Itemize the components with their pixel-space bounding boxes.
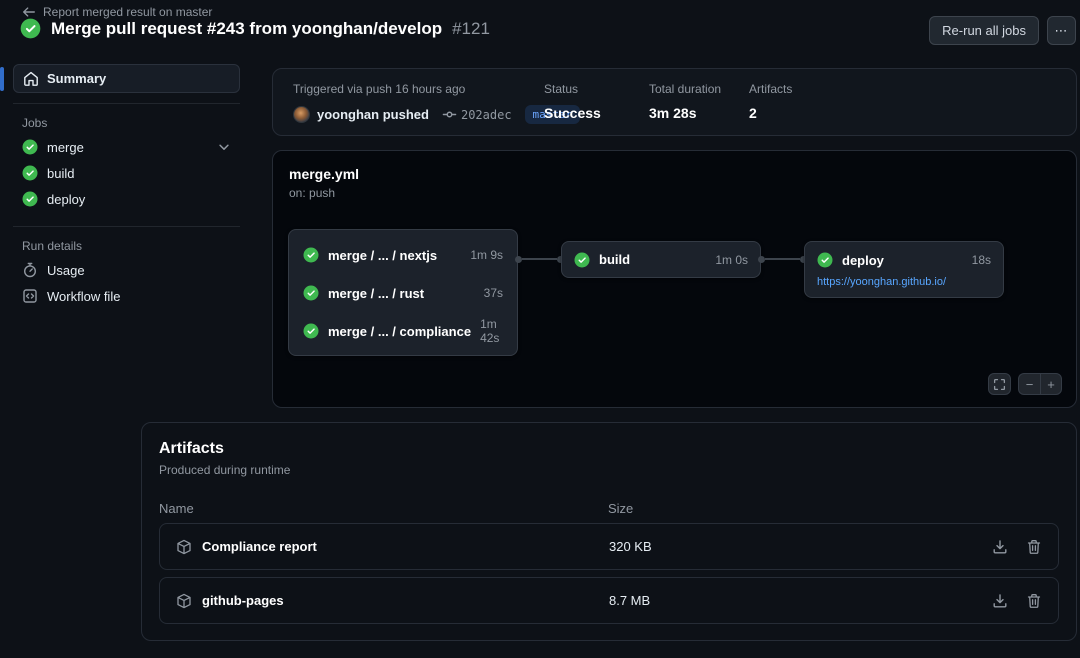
artifact-row: github-pages 8.7 MB (159, 577, 1059, 624)
download-icon (992, 539, 1008, 555)
download-button[interactable] (992, 539, 1008, 555)
back-link-label: Report merged result on master (43, 5, 212, 19)
artifacts-count-value: 2 (749, 105, 792, 121)
graph-job-build[interactable]: build 1m 0s (561, 241, 761, 278)
job-label: deploy (47, 192, 231, 207)
check-circle-icon (303, 285, 319, 301)
duration-value: 3m 28s (649, 105, 721, 121)
run-details-section-label: Run details (22, 239, 240, 253)
check-circle-icon (303, 323, 319, 339)
package-icon (176, 593, 192, 609)
run-info-panel: Triggered via push 16 hours ago yoonghan… (272, 68, 1077, 136)
check-circle-icon (22, 165, 38, 181)
job-duration: 1m 42s (480, 317, 503, 345)
rerun-all-jobs-button[interactable]: Re-run all jobs (929, 16, 1039, 45)
run-number: #121 (452, 19, 490, 39)
workflow-graph-panel: merge.yml on: push merge / ... / nextjs … (272, 150, 1077, 408)
workflow-run-page: Report merged result on master Merge pul… (0, 0, 1080, 658)
divider (13, 103, 240, 104)
graph-edge (758, 255, 807, 263)
status-label: Status (544, 82, 601, 96)
workflow-trigger: on: push (289, 186, 359, 200)
commit-sha[interactable]: 202adec (461, 108, 512, 122)
file-code-icon (22, 288, 38, 304)
divider (13, 226, 240, 227)
job-duration: 37s (484, 286, 503, 300)
sidebar: Summary Jobs merge build deploy Run deta… (8, 64, 240, 309)
deploy-url-link[interactable]: https://yoonghan.github.io/ (817, 276, 991, 288)
job-label: deploy (842, 253, 963, 268)
graph-edge (515, 255, 564, 263)
duration-label: Total duration (649, 82, 721, 96)
graph-job-merge-rust[interactable]: merge / ... / rust 37s (289, 274, 517, 312)
home-icon (23, 71, 39, 87)
arrow-left-icon (22, 5, 36, 19)
stopwatch-icon (22, 262, 38, 278)
check-circle-icon (817, 252, 833, 268)
artifact-row: Compliance report 320 KB (159, 523, 1059, 570)
git-commit-icon (442, 107, 457, 122)
sidebar-item-label: Summary (47, 71, 106, 86)
artifact-name[interactable]: github-pages (202, 593, 284, 608)
column-header-size: Size (608, 501, 1059, 516)
fullscreen-button[interactable] (988, 373, 1011, 395)
status-value: Success (544, 105, 601, 121)
graph-job-deploy[interactable]: deploy 18s https://yoonghan.github.io/ (804, 241, 1004, 298)
merge-job-group: merge / ... / nextjs 1m 9s merge / ... /… (288, 229, 518, 356)
chevron-down-icon[interactable] (217, 140, 231, 154)
fullscreen-icon (993, 378, 1006, 391)
download-button[interactable] (992, 593, 1008, 609)
sidebar-job-build[interactable]: build (13, 160, 240, 186)
column-header-name: Name (159, 501, 608, 516)
avatar[interactable] (293, 106, 310, 123)
job-label: build (47, 166, 231, 181)
sidebar-item-label: Workflow file (47, 289, 231, 304)
jobs-section-label: Jobs (22, 116, 240, 130)
actor-name[interactable]: yoonghan pushed (317, 107, 429, 122)
job-label: merge (47, 140, 208, 155)
artifact-name[interactable]: Compliance report (202, 539, 317, 554)
artifacts-subtitle: Produced during runtime (159, 463, 1059, 477)
artifact-size: 320 KB (609, 539, 992, 554)
sidebar-item-usage[interactable]: Usage (13, 257, 240, 283)
sidebar-job-merge[interactable]: merge (13, 134, 240, 160)
artifacts-card: Artifacts Produced during runtime Name S… (141, 422, 1077, 641)
selected-item-accent (0, 67, 4, 91)
artifacts-count-label: Artifacts (749, 82, 792, 96)
job-duration: 1m 9s (470, 248, 503, 262)
workflow-file-name: merge.yml (289, 166, 359, 182)
sidebar-item-workflow-file[interactable]: Workflow file (13, 283, 240, 309)
page-title: Merge pull request #243 from yoonghan/de… (51, 19, 442, 39)
check-circle-icon (303, 247, 319, 263)
graph-job-merge-compliance[interactable]: merge / ... / compliance 1m 42s (289, 312, 517, 350)
job-label: build (599, 252, 706, 267)
back-link[interactable]: Report merged result on master (22, 5, 212, 19)
job-label: merge / ... / rust (328, 286, 475, 301)
trash-icon (1026, 539, 1042, 555)
job-label: merge / ... / nextjs (328, 248, 461, 263)
sidebar-item-label: Usage (47, 263, 231, 278)
job-duration: 1m 0s (715, 253, 748, 267)
package-icon (176, 539, 192, 555)
delete-button[interactable] (1026, 539, 1042, 555)
zoom-out-button[interactable]: − (1018, 373, 1040, 395)
sidebar-item-summary[interactable]: Summary (13, 64, 240, 93)
graph-job-merge-nextjs[interactable]: merge / ... / nextjs 1m 9s (289, 236, 517, 274)
job-duration: 18s (972, 253, 991, 267)
trash-icon (1026, 593, 1042, 609)
job-label: merge / ... / compliance (328, 324, 471, 339)
check-circle-icon (574, 252, 590, 268)
delete-button[interactable] (1026, 593, 1042, 609)
check-circle-icon (22, 139, 38, 155)
check-circle-icon (20, 18, 41, 39)
zoom-in-button[interactable]: + (1040, 373, 1062, 395)
download-icon (992, 593, 1008, 609)
artifacts-title: Artifacts (159, 440, 1059, 458)
more-options-button[interactable]: ⋯ (1047, 16, 1076, 45)
check-circle-icon (22, 191, 38, 207)
artifact-size: 8.7 MB (609, 593, 992, 608)
sidebar-job-deploy[interactable]: deploy (13, 186, 240, 212)
